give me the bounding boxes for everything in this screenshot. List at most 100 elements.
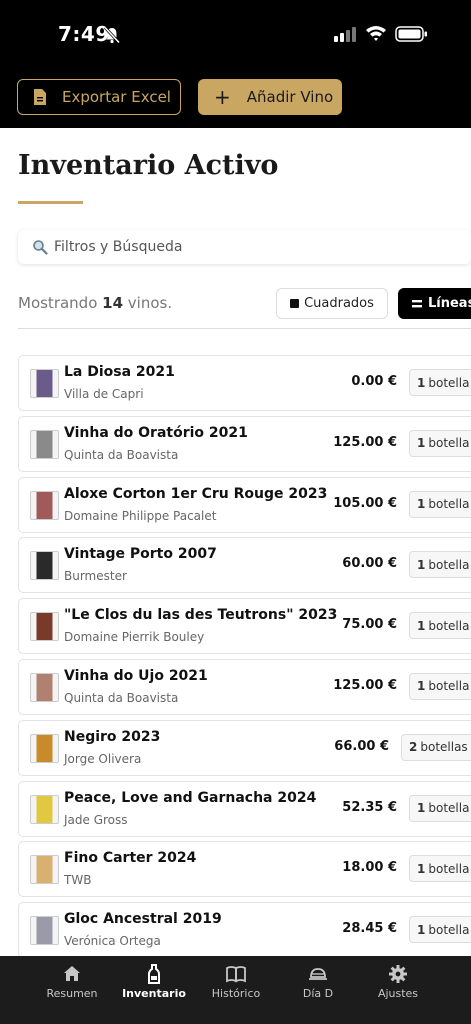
view-lines-button[interactable]: Líneas bbox=[398, 288, 471, 319]
wine-price: 75.00 € bbox=[342, 617, 397, 633]
view-grid-label: Cuadrados bbox=[304, 296, 374, 311]
bottle-unit: botella bbox=[428, 557, 470, 572]
wine-row[interactable]: Fino Carter 2024 TWB 18.00 € 1 botella bbox=[18, 841, 471, 898]
tab-dia-d[interactable]: Día D bbox=[278, 964, 358, 1000]
wine-price: 60.00 € bbox=[342, 556, 397, 572]
wine-name: Peace, Love and Garnacha 2024 bbox=[64, 789, 317, 806]
tab-label: Inventario bbox=[122, 987, 186, 1000]
bottle-qty: 2 bbox=[409, 740, 418, 755]
title-underline bbox=[18, 201, 83, 204]
wine-name: Gloc Ancestral 2019 bbox=[64, 911, 222, 928]
wine-thumbnail bbox=[30, 369, 59, 398]
bottle-qty: 1 bbox=[417, 375, 426, 390]
bell-muted-icon bbox=[103, 26, 121, 44]
bottle-unit: botella bbox=[428, 375, 470, 390]
wine-price: 125.00 € bbox=[333, 434, 397, 450]
bottle-unit: botella bbox=[428, 497, 470, 512]
bottle-icon bbox=[148, 964, 160, 984]
wine-producer: TWB bbox=[64, 873, 92, 888]
view-grid-button[interactable]: Cuadrados bbox=[276, 288, 388, 319]
tab-resumen[interactable]: Resumen bbox=[32, 964, 112, 1000]
status-bar: 7:49 bbox=[0, 0, 471, 66]
wine-thumbnail bbox=[30, 490, 59, 520]
bottle-unit: botella bbox=[428, 436, 470, 451]
wine-list: La Diosa 2021 Villa de Capri 0.00 € 1 bot… bbox=[18, 355, 471, 956]
tab-label: Día D bbox=[302, 987, 334, 1000]
export-excel-button[interactable]: Exportar Excel bbox=[17, 79, 181, 115]
status-time: 7:49 bbox=[58, 22, 110, 46]
bottle-count: 1 botella bbox=[409, 369, 471, 396]
bottle-count: 1 botella bbox=[409, 855, 471, 883]
wine-producer: Domaine Philippe Pacalet bbox=[64, 508, 217, 523]
wine-row[interactable]: Peace, Love and Garnacha 2024 Jade Gross… bbox=[18, 780, 471, 837]
wine-price: 125.00 € bbox=[333, 677, 397, 693]
wine-row[interactable]: Aloxe Corton 1er Cru Rouge 2023 Domaine … bbox=[18, 476, 471, 533]
wine-row[interactable]: Vintage Porto 2007 Burmester 60.00 € 1 bo… bbox=[18, 537, 471, 594]
bottle-count: 2 botellas bbox=[401, 733, 471, 761]
bottle-qty: 1 bbox=[417, 861, 426, 876]
bottle-count: 1 botella bbox=[409, 551, 471, 579]
wine-thumbnail bbox=[30, 429, 59, 459]
bottle-qty: 1 bbox=[417, 497, 426, 512]
page-title: Inventario Activo bbox=[18, 150, 279, 181]
wine-name: Aloxe Corton 1er Cru Rouge 2023 bbox=[64, 485, 328, 502]
book-icon bbox=[226, 966, 246, 983]
tab-historico[interactable]: Histórico bbox=[196, 964, 276, 1000]
export-excel-label: Exportar Excel bbox=[62, 88, 171, 106]
lines-icon bbox=[412, 299, 422, 307]
cellular-signal-icon bbox=[334, 27, 356, 42]
bottom-tab-bar: Resumen Inventario Histórico Día D Ajust… bbox=[0, 956, 471, 1024]
wine-name: Fino Carter 2024 bbox=[64, 850, 197, 867]
bottle-count: 1 botella bbox=[409, 612, 471, 640]
wine-row[interactable]: Gloc Ancestral 2019 Verónica Ortega 28.4… bbox=[18, 902, 471, 956]
document-icon bbox=[34, 89, 46, 105]
bottle-unit: botella bbox=[428, 922, 470, 937]
add-wine-label: Añadir Vino bbox=[246, 88, 334, 106]
bottle-qty: 1 bbox=[417, 679, 426, 694]
search-filters-bar[interactable]: Filtros y Búsqueda bbox=[18, 230, 471, 264]
wine-producer: Quinta da Boavista bbox=[64, 447, 179, 462]
main-content[interactable]: Inventario Activo Filtros y Búsqueda Mos… bbox=[0, 128, 471, 956]
wine-producer: Quinta da Boavista bbox=[64, 690, 179, 705]
bottle-count: 1 botella bbox=[409, 794, 471, 822]
wine-thumbnail bbox=[30, 794, 59, 824]
wine-producer: Verónica Ortega bbox=[64, 934, 161, 949]
add-wine-button[interactable]: + Añadir Vino bbox=[198, 79, 342, 115]
bottle-qty: 1 bbox=[417, 801, 426, 816]
bottle-qty: 1 bbox=[417, 922, 426, 937]
wine-row[interactable]: Vinha do Ujo 2021 Quinta da Boavista 125… bbox=[18, 658, 471, 715]
wine-row[interactable]: "Le Clos du las des Teutrons" 2023 Domai… bbox=[18, 598, 471, 655]
top-action-bar: Exportar Excel + Añadir Vino bbox=[0, 66, 471, 128]
wine-price: 0.00 € bbox=[351, 374, 397, 389]
tab-label: Ajustes bbox=[377, 987, 419, 1000]
tab-inventario[interactable]: Inventario bbox=[114, 964, 194, 1000]
wine-thumbnail bbox=[30, 855, 59, 885]
wine-producer: Jorge Olivera bbox=[64, 751, 142, 766]
results-prefix: Mostrando bbox=[18, 294, 103, 312]
wine-price: 28.45 € bbox=[342, 921, 397, 937]
wine-thumbnail bbox=[30, 672, 59, 702]
wine-price: 52.35 € bbox=[342, 799, 397, 815]
wine-row[interactable]: La Diosa 2021 Villa de Capri 0.00 € 1 bot… bbox=[18, 355, 471, 411]
bottle-unit: botella bbox=[428, 801, 470, 816]
wine-name: La Diosa 2021 bbox=[64, 364, 175, 380]
wine-row[interactable]: Negiro 2023 Jorge Olivera 66.00 € 2 botel… bbox=[18, 719, 471, 776]
results-suffix: vinos. bbox=[123, 294, 173, 312]
wine-producer: Villa de Capri bbox=[64, 387, 144, 401]
bottle-count: 1 botella bbox=[409, 429, 471, 457]
wine-thumbnail bbox=[30, 916, 59, 946]
square-icon bbox=[290, 299, 300, 308]
cloche-icon bbox=[309, 968, 327, 980]
bottle-unit: botella bbox=[428, 861, 470, 876]
tab-ajustes[interactable]: Ajustes bbox=[358, 964, 438, 1000]
home-icon bbox=[64, 966, 80, 981]
bottle-qty: 1 bbox=[417, 557, 426, 572]
bottle-unit: botella bbox=[428, 618, 470, 633]
wine-row[interactable]: Vinha do Oratório 2021 Quinta da Boavist… bbox=[18, 415, 471, 472]
wine-thumbnail bbox=[30, 733, 59, 763]
wine-producer: Jade Gross bbox=[64, 812, 128, 827]
wine-name: "Le Clos du las des Teutrons" 2023 bbox=[64, 607, 338, 624]
bottle-qty: 1 bbox=[417, 436, 426, 451]
wine-producer: Domaine Pierrik Bouley bbox=[64, 630, 205, 645]
results-count: Mostrando 14 vinos. bbox=[18, 294, 172, 312]
